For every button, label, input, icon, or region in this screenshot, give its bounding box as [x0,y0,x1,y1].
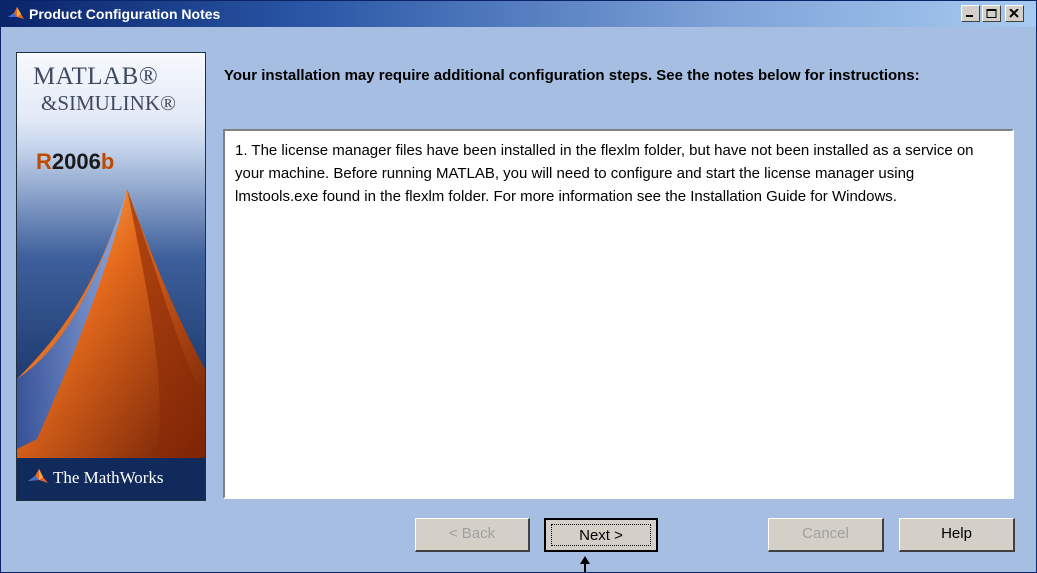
configuration-notes-textarea[interactable]: 1. The license manager files have been i… [223,129,1014,499]
product-configuration-notes-window: Product Configuration Notes MATLAB® &SIM… [0,0,1037,573]
back-button[interactable]: < Back [415,518,530,552]
release-suffix: b [100,149,115,174]
branding-header: MATLAB® &SIMULINK® [17,53,205,149]
product-name-line2: &SIMULINK® [41,91,176,115]
release-year: 2006 [51,149,101,174]
help-button[interactable]: Help [899,518,1015,552]
company-name: The MathWorks [53,468,164,487]
configuration-note-text: 1. The license manager files have been i… [235,142,974,205]
close-icon [1009,9,1019,18]
window-title: Product Configuration Notes [29,6,221,22]
maximize-icon [986,9,997,18]
mathworks-logo-icon [27,467,49,492]
next-button[interactable]: Next > [544,518,658,552]
minimize-icon [966,15,973,17]
mouse-cursor-icon [580,556,590,572]
close-button[interactable] [1005,5,1024,22]
product-branding-panel: MATLAB® &SIMULINK® R2006b The MathWorks [16,52,206,501]
product-name-line1: MATLAB® [33,63,159,90]
matlab-membrane-icon [7,5,25,23]
maximize-button[interactable] [982,5,1001,22]
release-prefix: R [36,149,52,174]
minimize-button[interactable] [961,5,980,22]
next-button-label: Next > [551,524,651,546]
release-label: R2006b [36,149,114,175]
mathworks-footer: The MathWorks [17,458,205,500]
membrane-logo-art [17,149,205,459]
cancel-button[interactable]: Cancel [768,518,884,552]
title-bar[interactable]: Product Configuration Notes [1,1,1036,27]
instructions-heading: Your installation may require additional… [224,67,920,84]
